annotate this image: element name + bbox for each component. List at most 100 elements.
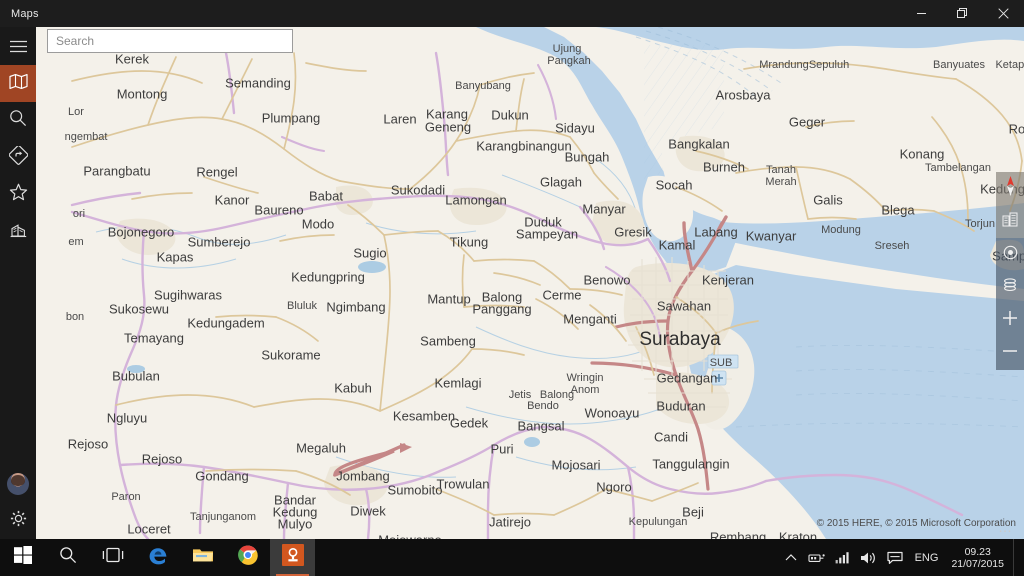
map-place-label: Wringin [566, 372, 604, 384]
edge-button[interactable] [135, 539, 180, 576]
search-input[interactable]: Search [47, 29, 293, 53]
show-desktop-button[interactable] [1013, 539, 1024, 576]
map-place-label: Sreseh [874, 240, 910, 252]
show-hidden-icons-button[interactable] [780, 539, 802, 576]
sidebar-item-3d-cities[interactable] [0, 213, 36, 250]
map-place-label: Kepulungan [628, 516, 688, 528]
account-button[interactable] [0, 465, 36, 502]
map-place-label: Ngoro [596, 479, 632, 495]
map-place-label: Rengel [196, 164, 238, 180]
search-icon [59, 546, 77, 569]
map-place-label: Kamal [658, 237, 696, 253]
map-place-label: ngembat [64, 131, 108, 143]
star-icon [9, 183, 28, 206]
map-place-label: Sidayu [555, 120, 595, 136]
settings-button[interactable] [0, 502, 36, 539]
map-place-label: Gondang [195, 468, 249, 484]
map-place-label: Sugio [353, 245, 387, 261]
map-views-button[interactable] [996, 271, 1024, 304]
hamburger-menu-button[interactable] [0, 27, 36, 65]
map-place-label: Mulyo [277, 516, 313, 532]
map-place-label: Manyar [582, 201, 626, 217]
map-place-label: Kenjeran [701, 272, 755, 288]
map-place-label: Dukun [491, 107, 529, 123]
map-place-label: Ujung [552, 43, 582, 55]
map-place-label: Sukodadi [390, 182, 446, 198]
map-place-label: Ngimbang [326, 299, 386, 315]
action-center-icon[interactable] [882, 539, 908, 576]
map-place-label: Loceret [127, 521, 171, 537]
location-target-icon [1003, 245, 1018, 265]
map-place-label: Kanor [214, 192, 250, 208]
app-title: Maps [11, 7, 39, 20]
clock[interactable]: 09.23 21/07/2015 [945, 539, 1013, 576]
map-place-label: Rejoso [141, 451, 183, 467]
rail-bottom-group [0, 465, 36, 539]
map-canvas[interactable]: Kerek Semanding Montong Lor ngembat Plumpang L… [36, 27, 1024, 539]
sidebar-item-search[interactable] [0, 102, 36, 139]
sidebar-item-map[interactable] [0, 65, 36, 102]
taskbar-search-button[interactable] [45, 539, 90, 576]
close-button[interactable] [983, 0, 1024, 27]
signal-icon[interactable] [830, 539, 855, 576]
map-place-label: Jombang [336, 468, 390, 484]
volume-icon[interactable] [855, 539, 882, 576]
language-indicator[interactable]: ENG [908, 539, 946, 576]
map-place-label: Arosbaya [715, 87, 771, 103]
my-location-button[interactable] [996, 238, 1024, 271]
map-place-label: Banyubang [455, 80, 511, 92]
map-place-label: Robatal [1008, 121, 1024, 137]
maps-taskbar-button[interactable] [270, 539, 315, 576]
map-place-label: Temayang [124, 330, 184, 346]
tilt-3d-button[interactable] [996, 205, 1024, 238]
map-place-label: Sampeyan [515, 226, 579, 242]
map-place-label: Modung [821, 224, 861, 236]
map-icon [8, 73, 28, 95]
sidebar-item-favorites[interactable] [0, 176, 36, 213]
map-place-label: Ketapang [995, 59, 1024, 71]
compass-button[interactable] [996, 172, 1024, 205]
map-place-label: Bluluk [287, 300, 317, 312]
map-place-label: Geneng [424, 119, 472, 135]
file-explorer-button[interactable] [180, 539, 225, 576]
network-icon[interactable] [802, 539, 830, 576]
map-place-label: Parangbatu [83, 163, 151, 179]
map-place-label: Blega [881, 202, 915, 218]
window-title-bar: Maps [0, 0, 1024, 27]
map-place-label: Megaluh [296, 440, 346, 456]
map-place-label: Cerme [542, 287, 582, 303]
task-view-button[interactable] [90, 539, 135, 576]
map-place-label: Mojosari [551, 457, 601, 473]
map-place-label: Anom [570, 384, 600, 396]
avatar [7, 472, 29, 495]
minus-icon [1002, 343, 1018, 364]
map-place-label: Tanjunganom [189, 511, 257, 523]
map-place-label: Kemlagi [434, 375, 482, 391]
map-place-label: Candi [654, 429, 688, 445]
map-place-label: Bendo [527, 400, 559, 412]
map-place-label: Kesamben [392, 408, 456, 424]
minimize-button[interactable] [901, 0, 942, 27]
map-place-label: Plumpang [261, 110, 321, 126]
map-place-label: Jatirejo [489, 514, 531, 530]
map-place-label: Sambeng [420, 333, 476, 349]
plus-icon [1002, 310, 1018, 331]
map-place-label: Sepuluh [808, 59, 850, 71]
chrome-button[interactable] [225, 539, 270, 576]
map-place-label: Geger [788, 114, 826, 130]
sidebar-item-directions[interactable] [0, 139, 36, 176]
restore-button[interactable] [942, 0, 983, 27]
map-place-label: Menganti [563, 311, 617, 327]
map-place-label: Sugihwaras [154, 287, 222, 303]
map-place-label: Gresik [614, 224, 652, 240]
map-place-label: Pangkah [547, 55, 591, 67]
more-options-button[interactable]: … [998, 519, 1014, 535]
map-place-label: Baureno [254, 202, 304, 218]
map-place-label: Karangbinangun [476, 138, 572, 154]
map-place-label: Rejoso [67, 436, 109, 452]
map-place-label: Kraton [778, 529, 818, 540]
zoom-in-button[interactable] [996, 304, 1024, 337]
map-attribution: © 2015 HERE, © 2015 Microsoft Corporatio… [816, 518, 1016, 529]
zoom-out-button[interactable] [996, 337, 1024, 370]
start-button[interactable] [0, 539, 45, 576]
